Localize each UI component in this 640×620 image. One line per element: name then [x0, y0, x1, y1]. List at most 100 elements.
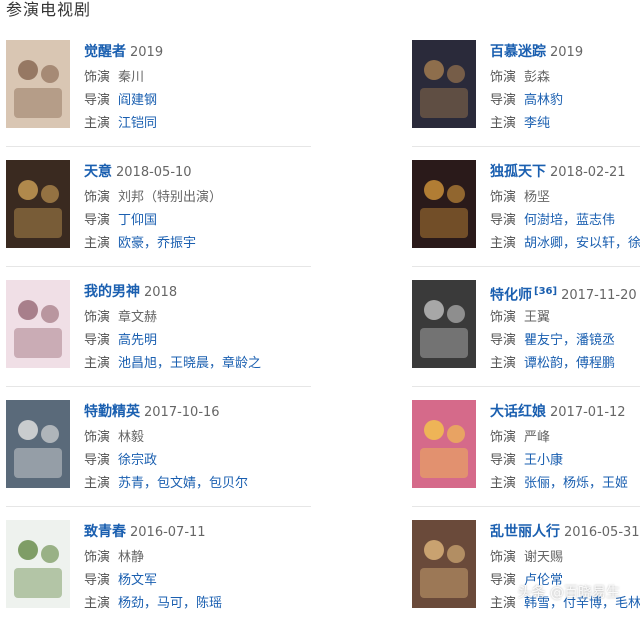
role-value: 刘邦（特别出演） — [118, 190, 223, 205]
drama-title-link[interactable]: 大话红娘 — [490, 404, 546, 420]
director-link[interactable]: 丁仰国 — [118, 213, 157, 228]
drama-date: 2016-07-11 — [130, 525, 206, 540]
role-label: 饰演 — [84, 550, 111, 565]
citation-link[interactable]: [36] — [534, 286, 557, 297]
role-row: 饰演 严峰 — [490, 426, 628, 449]
director-link[interactable]: 徐宗政 — [118, 453, 157, 468]
director-link[interactable]: 何澍培，蓝志伟 — [524, 213, 615, 228]
role-row: 饰演 秦川 — [84, 66, 163, 89]
drama-title-link[interactable]: 乱世丽人行 — [490, 524, 560, 540]
drama-poster[interactable] — [412, 40, 476, 128]
drama-poster[interactable] — [6, 160, 70, 248]
divider — [6, 386, 311, 387]
role-row: 饰演 杨坚 — [490, 186, 640, 209]
drama-item: 致青春 2016-07-11 饰演 林静导演 杨文军 主演 杨劲，马可，陈瑶 — [6, 520, 311, 620]
cast-link[interactable]: 李纯 — [524, 116, 550, 131]
role-label: 饰演 — [490, 190, 517, 205]
cast-link[interactable]: 张俪，杨烁，王姬 — [524, 476, 628, 491]
drama-date: 2016-05-31 — [564, 525, 640, 540]
drama-poster[interactable] — [412, 520, 476, 608]
cast-row: 主演 谭松韵，傅程鹏 — [490, 352, 637, 375]
director-link[interactable]: 高林豹 — [524, 93, 563, 108]
director-label: 导演 — [84, 453, 111, 468]
role-value: 王翼 — [524, 310, 551, 325]
director-label: 导演 — [84, 213, 111, 228]
cast-row: 主演 张俪，杨烁，王姬 — [490, 472, 628, 495]
role-row: 饰演 刘邦（特别出演） — [84, 186, 222, 209]
cast-link[interactable]: 胡冰卿，安以轩，徐正溪 — [524, 236, 640, 251]
drama-item: 百慕迷踪 2019 饰演 彭森 导演 高林豹 主演 李纯 — [412, 40, 640, 140]
drama-title-link[interactable]: 觉醒者 — [84, 44, 126, 60]
drama-poster[interactable] — [6, 40, 70, 128]
cast-label: 主演 — [84, 236, 111, 251]
role-label: 饰演 — [84, 310, 111, 325]
drama-item: 乱世丽人行2016-05-31饰演谢天赐导演卢伦常主演韩雪，付辛博，毛林林 — [412, 520, 640, 620]
divider — [6, 146, 311, 147]
drama-item: 大话红娘 2017-01-12 饰演 严峰 导演 王小康 主演 张俪，杨烁，王姬 — [412, 400, 640, 500]
cast-link[interactable]: 谭松韵，傅程鹏 — [524, 356, 615, 371]
cast-link[interactable]: 苏青，包文婧，包贝尔 — [118, 476, 248, 491]
role-value: 杨坚 — [524, 190, 551, 205]
drama-title-link[interactable]: 独孤天下 — [490, 164, 546, 180]
cast-label: 主演 — [84, 596, 111, 611]
director-label: 导演 — [490, 453, 517, 468]
drama-title-link[interactable]: 特化师 — [490, 287, 532, 303]
divider — [6, 266, 311, 267]
cast-label: 主演 — [490, 476, 517, 491]
role-value: 彭森 — [524, 70, 551, 85]
cast-link[interactable]: 江铠同 — [118, 116, 157, 131]
cast-link[interactable]: 欧豪，乔振宇 — [118, 236, 196, 251]
drama-item: 觉醒者 2019 饰演 秦川 导演 阎建钢 主演 江铠同 — [6, 40, 311, 140]
director-row: 导演 瞿友宁，潘镜丞 — [490, 329, 637, 352]
cast-label: 主演 — [490, 356, 517, 371]
drama-poster[interactable] — [412, 400, 476, 488]
drama-info: 天意 2018-05-10 饰演 刘邦（特别出演） 导演 丁仰国 主演 欧豪，乔振宇 — [84, 162, 222, 255]
role-value: 谢天赐 — [524, 550, 564, 565]
drama-title-link[interactable]: 天意 — [84, 164, 112, 180]
director-link[interactable]: 杨文军 — [118, 573, 157, 588]
director-label: 导演 — [84, 333, 111, 348]
role-value: 章文赫 — [118, 310, 158, 325]
director-row: 导演 高先明 — [84, 329, 261, 352]
director-link[interactable]: 瞿友宁，潘镜丞 — [524, 333, 615, 348]
role-row: 饰演 林静 — [84, 546, 222, 569]
director-label: 导演 — [84, 573, 111, 588]
drama-info: 觉醒者 2019 饰演 秦川 导演 阎建钢 主演 江铠同 — [84, 42, 163, 135]
role-label: 饰演 — [490, 550, 517, 565]
cast-link[interactable]: 杨劲，马可，陈瑶 — [118, 596, 222, 611]
divider — [412, 146, 640, 147]
drama-title-link[interactable]: 致青春 — [84, 524, 126, 540]
director-link[interactable]: 高先明 — [118, 333, 157, 348]
director-link[interactable]: 王小康 — [524, 453, 563, 468]
cast-label: 主演 — [490, 596, 517, 611]
drama-poster[interactable] — [412, 160, 476, 248]
director-label: 导演 — [84, 93, 111, 108]
drama-item: 独孤天下 2018-02-21 饰演杨坚导演何澍培，蓝志伟主演胡冰卿，安以轩，徐正溪 — [412, 160, 640, 260]
cast-row: 主演 江铠同 — [84, 112, 163, 135]
drama-title-link[interactable]: 特勤精英 — [84, 404, 140, 420]
drama-date: 2017-11-20 — [561, 288, 637, 304]
drama-poster[interactable] — [412, 280, 476, 368]
role-value: 严峰 — [524, 430, 551, 445]
cast-label: 主演 — [84, 476, 111, 491]
drama-item: 特勤精英 2017-10-16 饰演 林毅 导演 徐宗政 主演 苏青，包文婧，包贝尔 — [6, 400, 311, 500]
drama-info: 独孤天下 2018-02-21 饰演杨坚导演何澍培，蓝志伟主演胡冰卿，安以轩，徐正溪 — [490, 162, 640, 255]
cast-row: 主演 李纯 — [490, 112, 583, 135]
drama-info: 特勤精英 2017-10-16 饰演 林毅 导演 徐宗政 主演 苏青，包文婧，包贝尔 — [84, 402, 248, 495]
director-label: 导演 — [490, 573, 517, 588]
role-label: 饰演 — [84, 430, 111, 445]
drama-poster[interactable] — [6, 280, 70, 368]
divider — [6, 506, 311, 507]
drama-poster[interactable] — [6, 520, 70, 608]
drama-info: 我的男神 2018 饰演 章文赫 导演 高先明 主演 池昌旭，王晓晨，章龄之 — [84, 282, 261, 375]
cast-link[interactable]: 池昌旭，王晓晨，章龄之 — [118, 356, 261, 371]
director-row: 导演 徐宗政 — [84, 449, 248, 472]
drama-date: 2018 — [144, 285, 178, 300]
role-label: 饰演 — [490, 310, 517, 325]
divider — [412, 266, 640, 267]
drama-title-link[interactable]: 百慕迷踪 — [490, 44, 546, 60]
director-link[interactable]: 阎建钢 — [118, 93, 157, 108]
drama-item: 天意 2018-05-10 饰演 刘邦（特别出演） 导演 丁仰国 主演 欧豪，乔振宇 — [6, 160, 311, 260]
drama-title-link[interactable]: 我的男神 — [84, 284, 140, 300]
drama-poster[interactable] — [6, 400, 70, 488]
